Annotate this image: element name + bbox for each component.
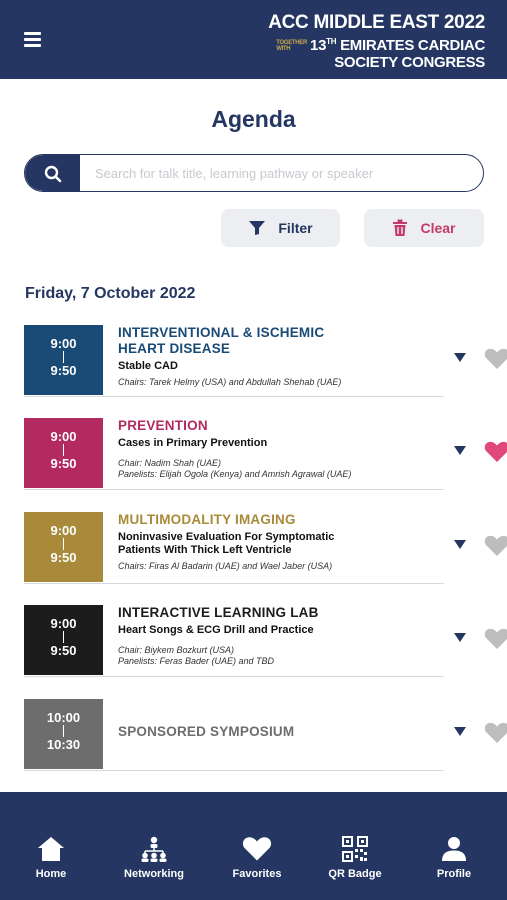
nav-favorites[interactable]: Favorites (212, 836, 302, 880)
date-heading: Friday, 7 October 2022 (25, 285, 196, 302)
filter-button[interactable]: Filter (221, 209, 340, 247)
session-time-box: 9:00 9:50 (24, 325, 103, 395)
session-item[interactable]: 10:00 10:30 SPONSORED SYMPOSIUM (24, 699, 507, 771)
logo-with: WITH (276, 46, 291, 53)
session-title: Heart Songs & ECG Drill and Practice (118, 624, 314, 636)
session-time-box: 10:00 10:30 (24, 699, 103, 769)
session-track: SPONSORED SYMPOSIUM (118, 724, 295, 739)
search-bar (24, 154, 484, 192)
session-start-time: 9:00 (50, 429, 77, 444)
session-end-time: 9:50 (50, 643, 77, 658)
favorite-heart-icon[interactable] (484, 722, 507, 744)
session-item[interactable]: 9:00 9:50 INTERVENTIONAL & ISCHEMIC HEAR… (24, 325, 507, 397)
profile-icon (442, 837, 466, 861)
search-input[interactable] (95, 155, 475, 191)
session-title: Cases in Primary Prevention (118, 437, 268, 449)
session-end-time: 9:50 (50, 363, 77, 378)
session-item[interactable]: 9:00 9:50 MULTIMODALITY IMAGING Noninvas… (24, 512, 507, 584)
favorite-heart-icon[interactable] (484, 348, 507, 370)
logo-ordinal: TH (326, 37, 337, 46)
heart-icon (242, 837, 272, 861)
favorite-heart-icon[interactable] (484, 535, 507, 557)
logo-line-2-text: EMIRATES CARDIAC (340, 37, 485, 54)
nav-home[interactable]: Home (6, 836, 96, 880)
trash-icon (393, 219, 408, 236)
session-track: INTERACTIVE LEARNING LAB (118, 605, 319, 620)
session-end-time: 9:50 (50, 456, 77, 471)
session-time-box: 9:00 9:50 (24, 605, 103, 675)
expand-chevron-icon[interactable] (454, 633, 466, 642)
home-icon (38, 837, 64, 861)
session-item[interactable]: 9:00 9:50 PREVENTION Cases in Primary Pr… (24, 418, 507, 490)
top-bar: ACC MIDDLE EAST 2022 TOGETHER WITH 13TH EM… (0, 0, 507, 79)
favorite-heart-icon[interactable] (484, 441, 507, 463)
logo-number: 13 (310, 37, 327, 54)
nav-label: Profile (436, 868, 472, 880)
expand-chevron-icon[interactable] (454, 446, 466, 455)
session-start-time: 9:00 (50, 523, 77, 538)
session-end-time: 10:30 (46, 737, 81, 752)
clear-label: Clear (420, 220, 456, 236)
filter-icon (249, 221, 266, 235)
nav-label: Home (35, 868, 67, 880)
session-time-box: 9:00 9:50 (24, 512, 103, 582)
qr-code-icon (342, 836, 368, 862)
logo-line-1: ACC MIDDLE EAST 2022 (268, 12, 485, 33)
session-start-time: 9:00 (50, 336, 77, 351)
session-title: Noninvasive Evaluation For Symptomatic P… (118, 531, 335, 556)
nav-label: QR Badge (328, 868, 382, 880)
session-panelists: Panelists: Feras Bader (UAE) and TBD (118, 656, 275, 666)
session-time-box: 9:00 9:50 (24, 418, 103, 488)
expand-chevron-icon[interactable] (454, 540, 466, 549)
page-title: Agenda (211, 106, 296, 132)
logo-line-2: TOGETHER WITH 13TH EMIRATES CARDIAC (268, 33, 485, 54)
expand-chevron-icon[interactable] (454, 353, 466, 362)
event-logo: ACC MIDDLE EAST 2022 TOGETHER WITH 13TH EM… (268, 12, 485, 72)
filter-label: Filter (278, 220, 313, 236)
nav-label: Favorites (232, 868, 282, 880)
search-icon (44, 165, 62, 183)
nav-qr-badge[interactable]: QR Badge (310, 836, 400, 880)
favorite-heart-icon[interactable] (484, 628, 507, 650)
session-chairs: Chairs: Tarek Helmy (USA) and Abdullah S… (118, 377, 342, 387)
session-item[interactable]: 9:00 9:50 INTERACTIVE LEARNING LAB Heart… (24, 605, 507, 677)
nav-label: Networking (124, 868, 184, 880)
session-end-time: 9:50 (50, 550, 77, 565)
session-chairs: Chairs: Firas Al Badarin (UAE) and Wael … (118, 561, 333, 571)
session-track: PREVENTION (118, 418, 208, 433)
search-button[interactable] (25, 155, 80, 191)
nav-profile[interactable]: Profile (409, 836, 499, 880)
clear-button[interactable]: Clear (364, 209, 484, 247)
session-title: Stable CAD (118, 360, 178, 372)
session-track: INTERVENTIONAL & ISCHEMIC HEART DISEASE (118, 325, 325, 356)
bottom-navigation: Home Networking Favorites QR Badge Profi… (0, 792, 507, 900)
session-track: MULTIMODALITY IMAGING (118, 512, 296, 527)
nav-networking[interactable]: Networking (109, 836, 199, 880)
logo-line-3: SOCIETY CONGRESS (334, 54, 485, 71)
session-chairs: Chair: Biykem Bozkurt (USA) (118, 645, 235, 655)
networking-icon (141, 836, 167, 862)
session-chairs: Chair: Nadim Shah (UAE) (118, 458, 222, 468)
session-panelists: Panelists: Elijah Ogola (Kenya) and Amri… (118, 469, 352, 479)
session-start-time: 9:00 (50, 616, 77, 631)
expand-chevron-icon[interactable] (454, 727, 466, 736)
hamburger-menu-icon[interactable] (24, 32, 41, 48)
session-start-time: 10:00 (46, 710, 81, 725)
